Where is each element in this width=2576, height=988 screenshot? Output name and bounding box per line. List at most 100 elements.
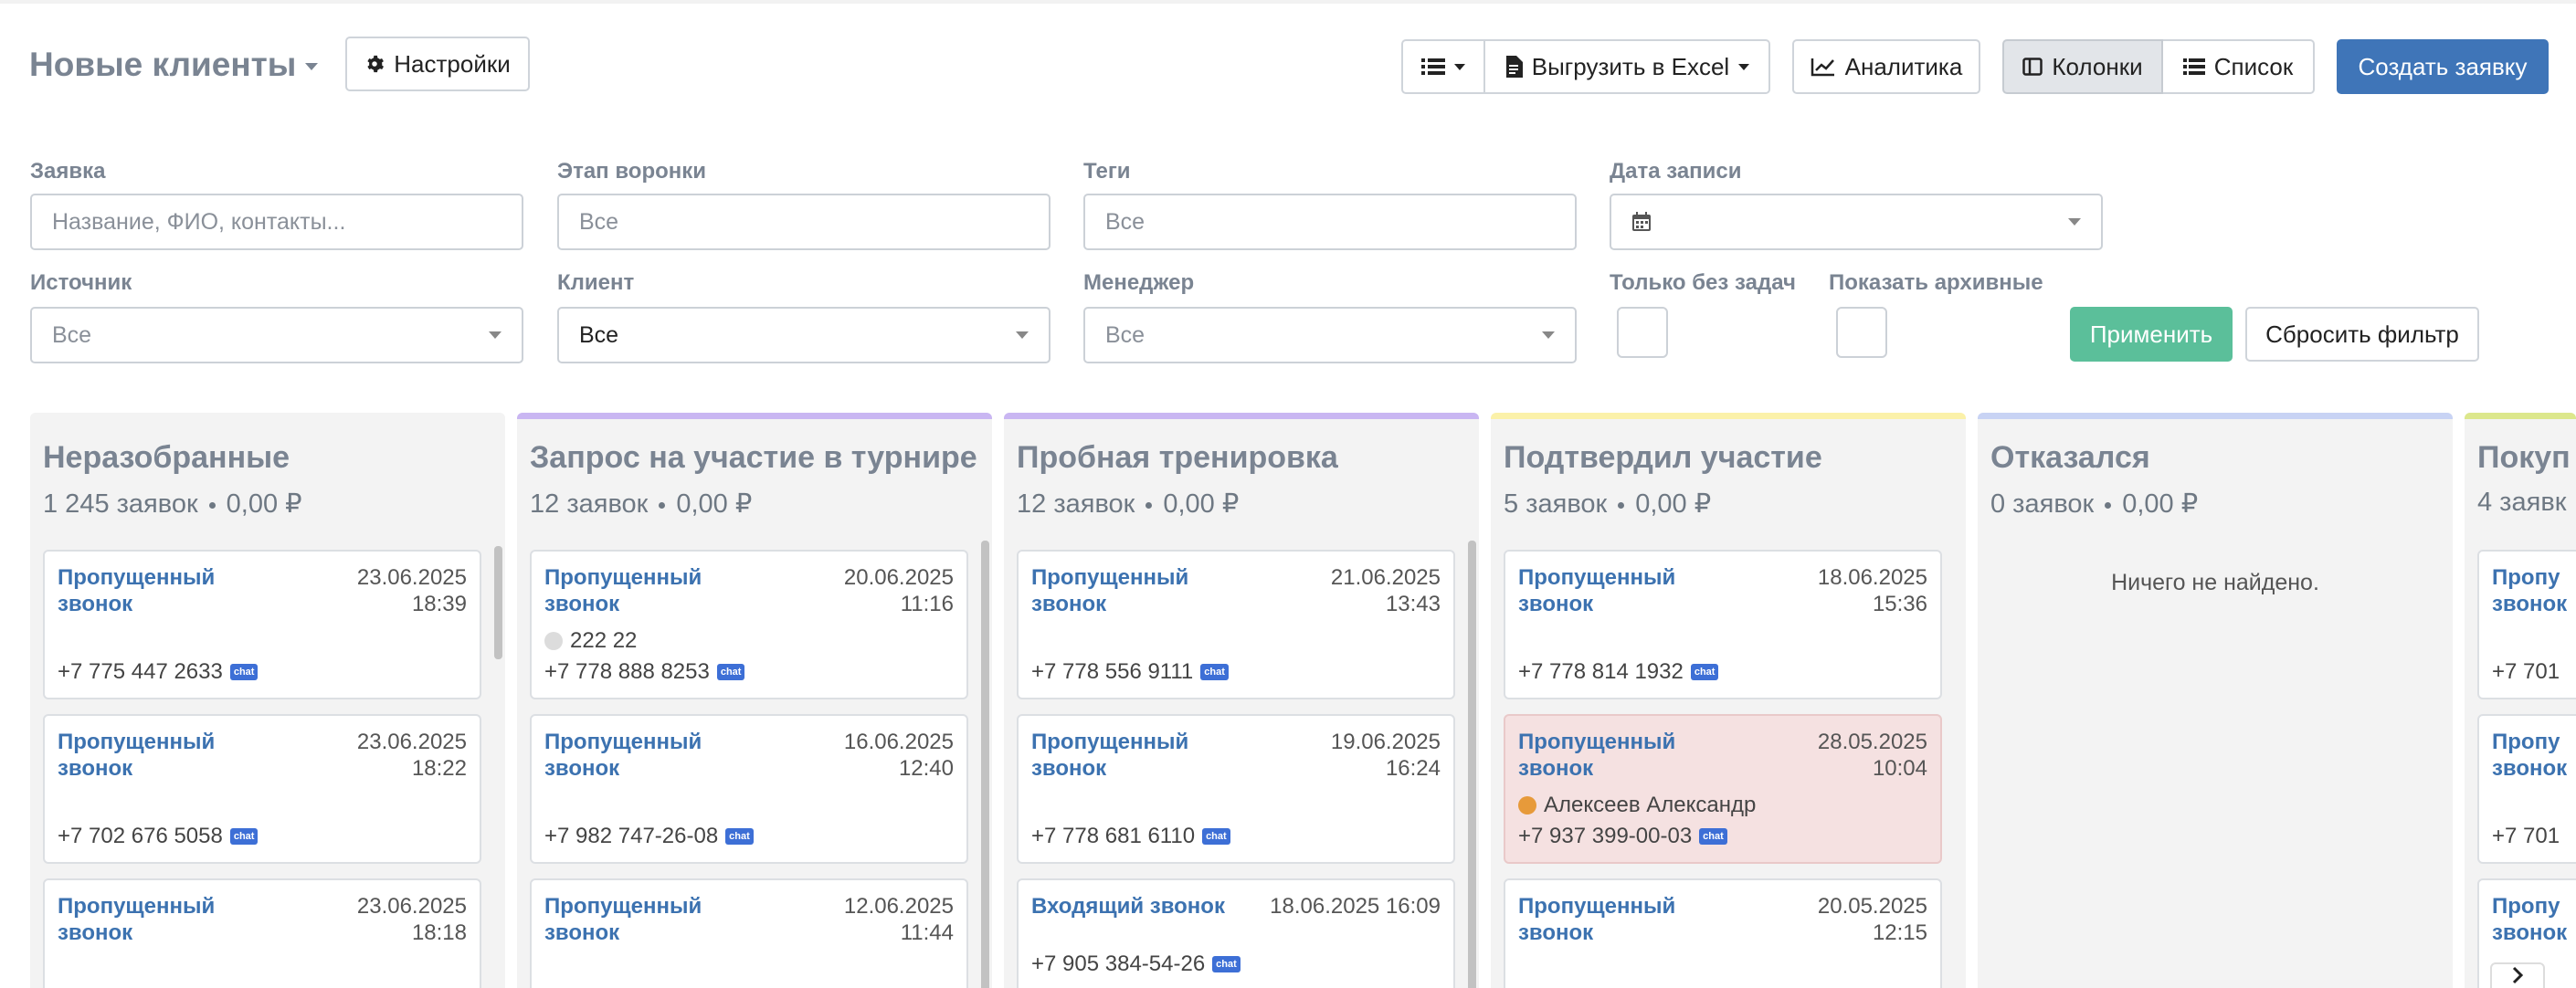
chat-badge[interactable]: chat [725, 828, 754, 845]
column-scrollbar[interactable] [1468, 541, 1476, 988]
request-card[interactable]: Пропущенный звонок 16.06.2025 12:40 +7 98… [530, 714, 968, 864]
request-card[interactable]: Пропущенный звонок 19.06.2025 16:24 +7 77… [1017, 714, 1455, 864]
request-card[interactable]: Пропущенный звонок 20.06.2025 11:16 222 2… [530, 550, 968, 699]
card-title[interactable]: Пропу звонок [2492, 893, 2576, 946]
create-request-button[interactable]: Создать заявку [2337, 39, 2549, 94]
chevron-down-icon [305, 63, 319, 71]
column-count: 4 заявк [2477, 488, 2567, 517]
export-excel-button[interactable]: Выгрузить в Excel [1485, 39, 1770, 94]
request-search-field[interactable] [52, 208, 501, 236]
request-card[interactable]: Пропущенный звонок 23.06.2025 18:22 +7 70… [43, 714, 481, 864]
request-card[interactable]: Пропущенный звонок 23.06.2025 18:18 [43, 878, 481, 988]
request-search-input[interactable] [30, 194, 523, 250]
source-filter-label: Источник [30, 270, 132, 295]
client-select[interactable]: Все [557, 307, 1050, 363]
card-title[interactable]: Пропущенный звонок [1031, 729, 1214, 782]
request-card[interactable]: Пропущенный звонок 18.06.2025 15:36 +7 77… [1504, 550, 1942, 699]
column-title: Неразобранные [43, 440, 290, 475]
column-summary: 12 заявок 0,00 ₽ [530, 488, 752, 520]
chat-badge[interactable]: chat [1690, 664, 1719, 680]
chat-badge[interactable]: chat [229, 828, 259, 845]
scroll-right-button[interactable] [2490, 962, 2545, 988]
calendar-icon [1631, 212, 1652, 232]
column-color-bar [517, 413, 992, 419]
card-phone: +7 701 [2492, 824, 2560, 848]
analytics-button[interactable]: Аналитика [1792, 39, 1980, 94]
column-count: 5 заявок [1504, 489, 1608, 519]
chat-badge[interactable]: chat [1202, 828, 1230, 845]
chat-badge[interactable]: chat [229, 664, 259, 680]
request-card-overdue[interactable]: Пропущенный звонок 28.05.2025 10:04 Алекс… [1504, 714, 1942, 864]
card-phone: +7 775 447 2633 chat [58, 659, 259, 685]
card-date: 19.06.2025 16:24 [1330, 730, 1441, 781]
card-title[interactable]: Пропущенный звонок [544, 564, 727, 617]
card-title[interactable]: Входящий звонок [1031, 893, 1269, 920]
card-title[interactable]: Пропущенный звонок [58, 729, 240, 782]
card-title[interactable]: Пропущенный звонок [58, 893, 240, 946]
chevron-right-icon [2507, 964, 2528, 984]
request-card[interactable]: Пропущенный звонок 20.05.2025 12:15 [1504, 878, 1942, 988]
kanban-column: Покуп 4 заявк Пропу звонок +7 701 Пропу зв… [2465, 413, 2576, 988]
view-list-button[interactable]: Список [2163, 39, 2315, 94]
apply-filter-button[interactable]: Применить [2070, 307, 2233, 362]
card-phone: +7 778 814 1932 chat [1518, 659, 1719, 685]
column-count: 1 245 заявок [43, 489, 198, 519]
view-list-label: Список [2213, 52, 2294, 80]
view-options-button[interactable] [1401, 39, 1485, 94]
card-phone: +7 937 399-00-03 chat [1518, 824, 1727, 849]
card-phone: +7 982 747-26-08 chat [544, 824, 754, 849]
request-card[interactable]: Пропущенный звонок 21.06.2025 13:43 +7 77… [1017, 550, 1455, 699]
card-phone: +7 778 556 9111 chat [1031, 659, 1229, 685]
card-title[interactable]: Пропу звонок [2492, 564, 2576, 617]
card-title[interactable]: Пропу звонок [2492, 729, 2576, 782]
no-tasks-checkbox[interactable] [1617, 307, 1668, 358]
card-title[interactable]: Пропущенный звонок [58, 564, 240, 617]
tags-select-input[interactable] [1083, 194, 1577, 250]
tags-select-field[interactable] [1105, 208, 1555, 236]
column-sum: 0,00 ₽ [676, 489, 753, 519]
request-card[interactable]: Пропущенный звонок 23.06.2025 18:39 +7 77… [43, 550, 481, 699]
card-title[interactable]: Пропущенный звонок [1031, 564, 1214, 617]
card-title[interactable]: Пропущенный звонок [544, 729, 727, 782]
request-card[interactable]: Пропущенный звонок 12.06.2025 11:44 [530, 878, 968, 988]
manager-select[interactable]: Все [1083, 307, 1577, 363]
settings-label: Настройки [394, 49, 511, 78]
card-date: 20.05.2025 12:15 [1817, 894, 1927, 945]
source-select-value: Все [52, 321, 92, 348]
view-columns-button[interactable]: Колонки [2002, 39, 2163, 94]
card-date: 20.06.2025 11:16 [843, 565, 954, 616]
kanban-column: Отказался 0 заявок 0,00 ₽ Ничего не найде… [1978, 413, 2453, 988]
chat-badge[interactable]: chat [1212, 956, 1240, 972]
column-scrollbar[interactable] [494, 546, 502, 659]
request-card[interactable]: Пропу звонок +7 701 [2477, 550, 2576, 699]
column-title: Запрос на участие в турнире [530, 440, 977, 475]
card-title[interactable]: Пропущенный звонок [1518, 729, 1701, 782]
chat-badge[interactable]: chat [1200, 664, 1229, 680]
card-date: 16.06.2025 12:40 [843, 730, 954, 781]
chat-badge[interactable]: chat [1699, 828, 1727, 845]
column-sum: 0,00 ₽ [1163, 489, 1240, 519]
column-title: Покуп [2477, 440, 2571, 475]
card-contact[interactable]: Алексеев Александр [1518, 793, 1756, 818]
request-card[interactable]: Входящий звонок 18.06.2025 16:09 +7 905 … [1017, 878, 1455, 988]
analytics-label: Аналитика [1844, 52, 1963, 80]
request-card[interactable]: Пропу звонок +7 701 [2477, 714, 2576, 864]
card-contact: 222 22 [544, 628, 637, 654]
page-title-text: Новые клиенты [29, 46, 297, 83]
column-scrollbar[interactable] [981, 541, 989, 988]
archived-checkbox[interactable] [1836, 307, 1887, 358]
page-title[interactable]: Новые клиенты [29, 46, 319, 84]
card-title[interactable]: Пропущенный звонок [544, 893, 727, 946]
columns-icon [2022, 58, 2043, 76]
stage-select-input[interactable] [557, 194, 1050, 250]
settings-button[interactable]: Настройки [345, 37, 530, 91]
source-select[interactable]: Все [30, 307, 523, 363]
card-title[interactable]: Пропущенный звонок [1518, 564, 1701, 617]
chat-badge[interactable]: chat [716, 664, 745, 680]
column-count: 0 заявок [1990, 489, 2095, 519]
reset-filter-button[interactable]: Сбросить фильтр [2245, 307, 2479, 362]
date-range-picker[interactable] [1610, 194, 2103, 250]
empty-state: Ничего не найдено. [2111, 570, 2319, 595]
card-title[interactable]: Пропущенный звонок [1518, 893, 1701, 946]
stage-select-field[interactable] [579, 208, 1029, 236]
